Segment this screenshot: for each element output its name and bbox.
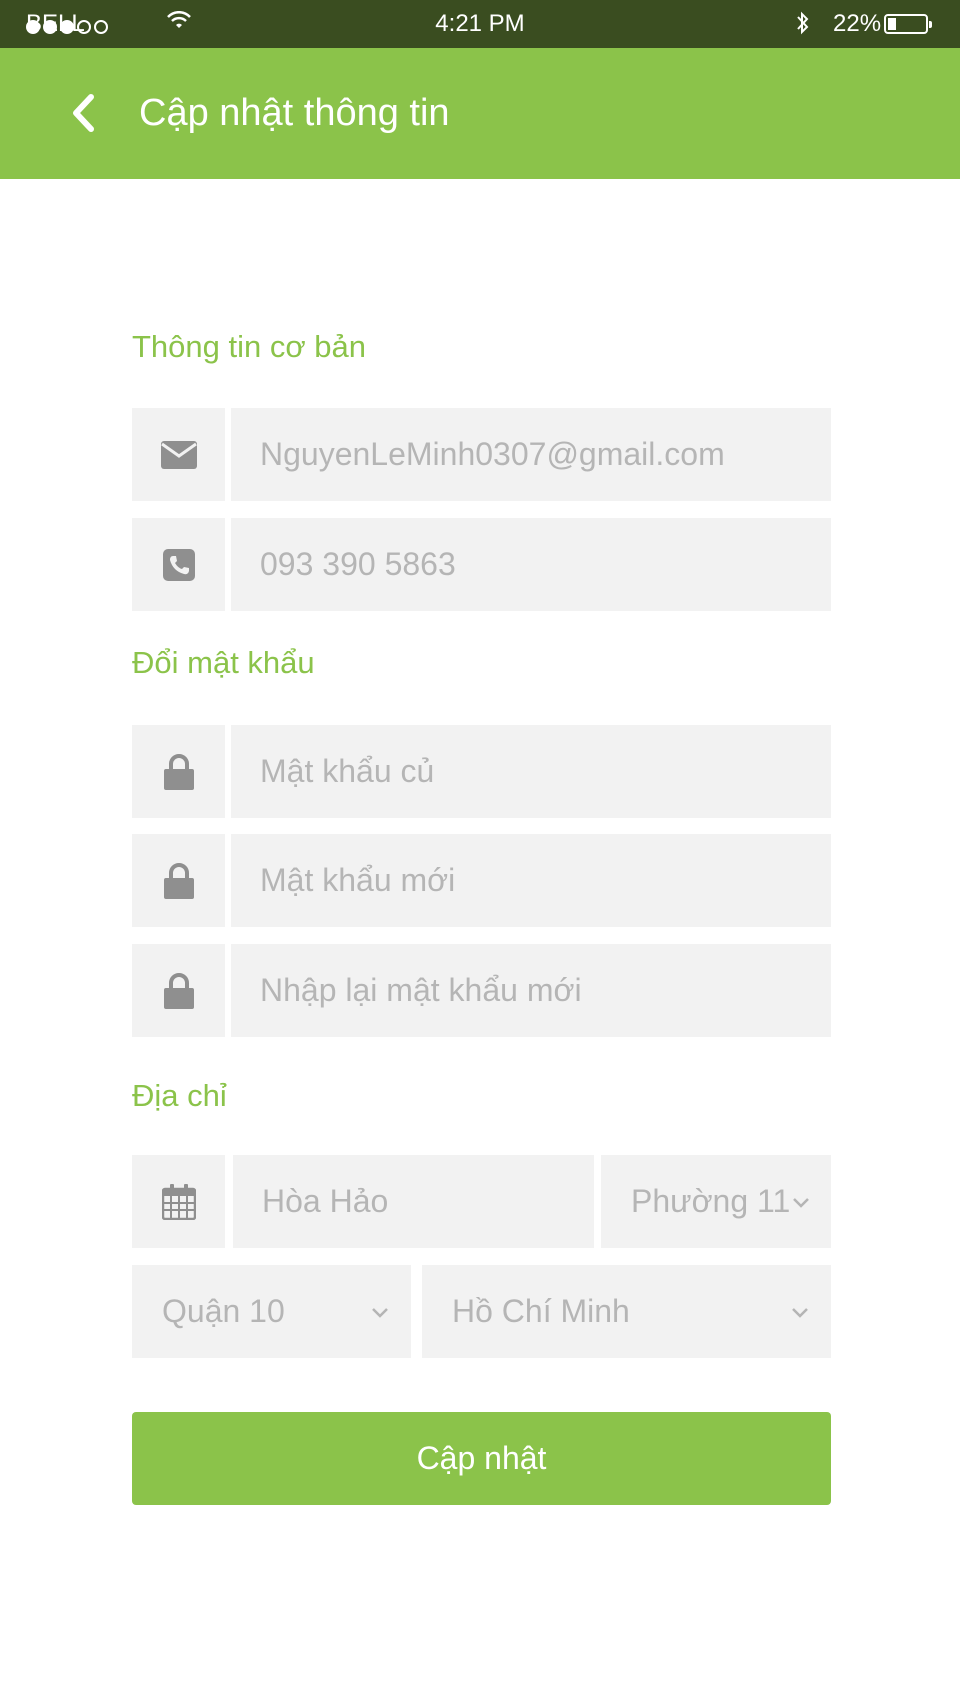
old-password-icon-box [132, 725, 225, 818]
status-bar: BELL 4:21 PM 22% [0, 0, 960, 48]
bluetooth-icon [795, 10, 811, 43]
envelope-icon [160, 440, 197, 469]
city-select[interactable]: Hồ Chí Minh [422, 1265, 831, 1358]
email-icon-box [132, 408, 225, 501]
update-button[interactable]: Cập nhật [132, 1412, 831, 1505]
phone-icon-box [132, 518, 225, 611]
phone-icon [162, 548, 195, 581]
chevron-down-icon [372, 1307, 388, 1318]
chevron-down-icon [793, 1197, 810, 1208]
confirm-password-icon-box [132, 944, 225, 1037]
city-value: Hồ Chí Minh [452, 1293, 630, 1329]
battery-icon [884, 14, 932, 34]
phone-field[interactable] [231, 518, 831, 611]
lock-icon [163, 972, 194, 1009]
calendar-icon [161, 1183, 196, 1220]
chevron-left-icon [73, 94, 94, 132]
clock: 4:21 PM [435, 10, 525, 37]
ward-select[interactable]: Phường 11 [601, 1155, 831, 1248]
section-title-address: Địa chỉ [132, 1078, 227, 1113]
new-password-field[interactable] [231, 834, 831, 927]
chevron-down-icon [792, 1307, 808, 1318]
app-bar: Cập nhật thông tin [0, 48, 960, 179]
street-field[interactable] [233, 1155, 594, 1248]
ward-value: Phường 11 [631, 1183, 791, 1219]
district-value: Quận 10 [162, 1293, 285, 1329]
section-title-change-password: Đổi mật khẩu [132, 645, 315, 680]
street-icon-box [132, 1155, 225, 1248]
battery-percent: 22% [833, 10, 882, 37]
page-title: Cập nhật thông tin [139, 92, 450, 134]
district-select[interactable]: Quận 10 [132, 1265, 411, 1358]
lock-icon [163, 753, 194, 790]
confirm-password-field[interactable] [231, 944, 831, 1037]
section-title-basic-info: Thông tin cơ bản [132, 329, 367, 364]
old-password-field[interactable] [231, 725, 831, 818]
back-button[interactable] [58, 83, 108, 143]
new-password-icon-box [132, 834, 225, 927]
email-field[interactable] [231, 408, 831, 501]
lock-icon [163, 862, 194, 899]
